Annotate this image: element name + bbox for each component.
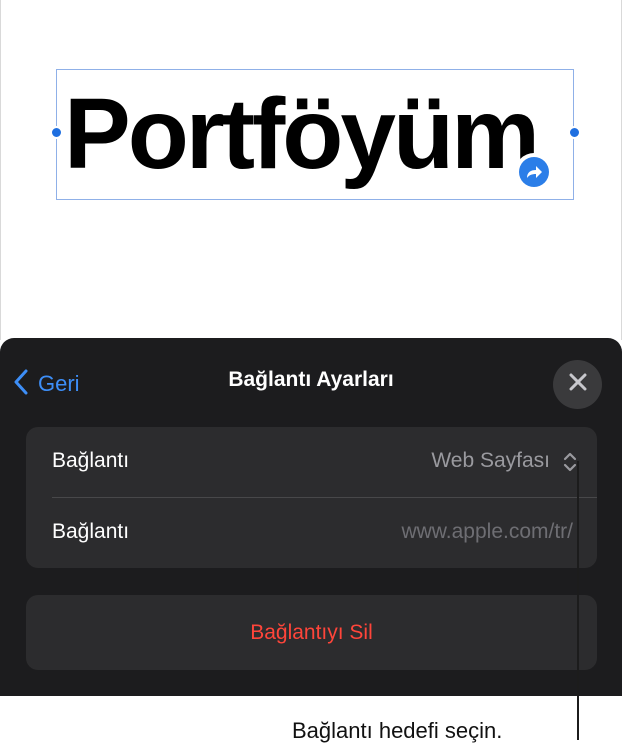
link-settings-sheet: Geri Bağlantı Ayarları Bağlantı Web Sayf… — [0, 338, 622, 696]
canvas-edge-right — [621, 0, 622, 340]
remove-link-label: Bağlantıyı Sil — [250, 620, 373, 644]
close-button[interactable] — [553, 360, 602, 409]
link-url-label: Bağlantı — [52, 520, 130, 543]
remove-link-button[interactable]: Bağlantıyı Sil — [26, 595, 597, 670]
close-icon — [569, 373, 587, 396]
link-badge[interactable] — [515, 153, 553, 191]
link-arrow-icon — [519, 157, 549, 187]
selection-handle-left[interactable] — [50, 126, 63, 139]
selection-box[interactable] — [56, 69, 574, 200]
link-url-field[interactable]: www.apple.com/tr/ — [401, 520, 573, 544]
link-type-value[interactable]: Web Sayfası — [431, 449, 550, 473]
selection-handle-right[interactable] — [568, 126, 581, 139]
sheet-title: Bağlantı Ayarları — [228, 368, 394, 391]
up-down-chevron-icon — [562, 451, 578, 478]
link-type-label: Bağlantı — [52, 449, 130, 472]
link-url-row[interactable]: Bağlantı www.apple.com/tr/ — [26, 498, 597, 568]
callout-leader-line — [577, 461, 579, 740]
link-settings-group: Bağlantı Web Sayfası Bağlantı www.apple.… — [26, 427, 597, 568]
link-type-row[interactable]: Bağlantı Web Sayfası — [26, 427, 597, 497]
callout-caption: Bağlantı hedefi seçin. — [292, 718, 503, 743]
canvas-edge-left — [0, 0, 1, 340]
